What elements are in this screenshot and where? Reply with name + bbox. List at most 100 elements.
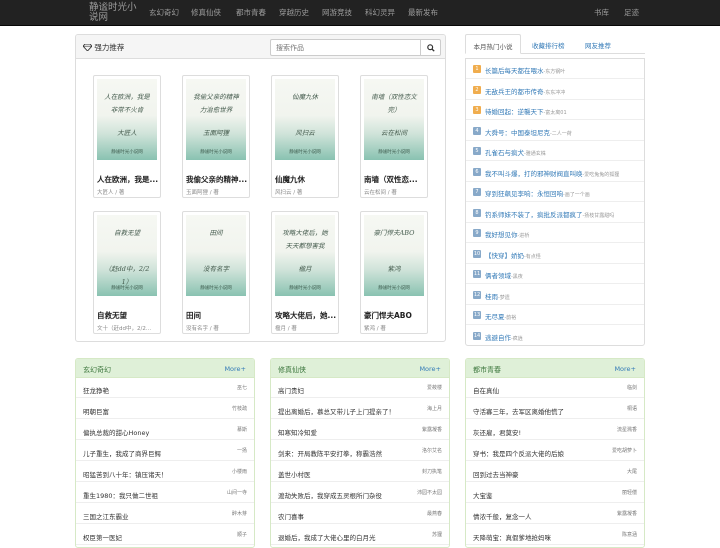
list-item[interactable]: 重生1980：我只做二世祖 山间一寺 bbox=[76, 483, 254, 503]
book-card[interactable]: 自救无望 （赶dd中，2/21） 静谧时光小说网 自救无望 文十（赶dd中，2/2.… bbox=[93, 211, 161, 334]
list-item[interactable]: 12 桂雨-梦遗 bbox=[466, 285, 644, 305]
list-item[interactable]: 7 穿到狂飙见李响：永恒回响-画了一个画 bbox=[466, 182, 644, 202]
book-name[interactable]: 退婚后，我成了大佬心里的白月光 bbox=[278, 532, 416, 542]
book-title[interactable]: 人在欧洲，我是... bbox=[97, 174, 159, 185]
nav-xuanhuan[interactable]: 玄幻奇幻 bbox=[149, 7, 179, 18]
book-name[interactable]: 知寒知冷知爱 bbox=[278, 427, 416, 437]
tab-monthly-hot[interactable]: 本月热门小说 bbox=[465, 34, 521, 54]
category-title[interactable]: 修真仙侠 bbox=[278, 365, 306, 375]
book-cover[interactable]: 自救无望 （赶dd中，2/21） 静谧时光小说网 bbox=[97, 215, 157, 296]
rank-title[interactable]: 孔雀石与疯犬 bbox=[485, 149, 524, 157]
rank-title[interactable]: 逃避自作 bbox=[485, 334, 511, 342]
list-item[interactable]: 5 孔雀石与疯犬-雅通玄株 bbox=[466, 141, 644, 161]
category-title[interactable]: 玄幻奇幻 bbox=[83, 365, 111, 375]
book-title[interactable]: 豪门悍夫ABO bbox=[364, 310, 426, 321]
book-name[interactable]: 灰还雇，君莫安! bbox=[473, 427, 611, 437]
list-item[interactable]: 灰还雇，君莫安! 流星溅香 bbox=[466, 420, 644, 440]
list-item[interactable]: 情浓千般，复念一人 紫露凝香 bbox=[466, 504, 644, 524]
tab-recommend[interactable]: 网友推荐 bbox=[585, 34, 611, 54]
rank-title[interactable]: 俩者领域 bbox=[485, 272, 511, 280]
book-title[interactable]: 田间 bbox=[186, 310, 248, 321]
tab-favorites[interactable]: 收藏排行榜 bbox=[532, 34, 565, 54]
book-name[interactable]: 明朝巨富 bbox=[83, 406, 221, 416]
book-name[interactable]: 大宝鉴 bbox=[473, 490, 611, 500]
list-item[interactable]: 自在真仙 临剑 bbox=[466, 378, 644, 398]
rank-title[interactable]: 无尽夏 bbox=[485, 313, 505, 321]
book-name[interactable]: 回到过去当神豪 bbox=[473, 469, 611, 479]
book-title[interactable]: 南墙（双性恋... bbox=[364, 174, 426, 185]
list-item[interactable]: 高门贵妇 爱莜楼 bbox=[271, 378, 449, 398]
book-name[interactable]: 狂龙狰艳 bbox=[83, 385, 221, 395]
list-item[interactable]: 天降萌宝：真假爹地抢妈咪 陈意涵 bbox=[466, 525, 644, 545]
rank-title[interactable]: 我好想见你 bbox=[485, 231, 518, 239]
list-item[interactable]: 农门喜事 最燕春 bbox=[271, 504, 449, 524]
book-card[interactable]: 仙魔九休 风扫云 静谧时光小说网 仙魔九休 风扫云 / 著 bbox=[271, 75, 339, 198]
book-name[interactable]: 提出离婚后，慕总又带儿子上门提亲了！ bbox=[278, 406, 416, 416]
book-name[interactable]: 穿书：我是四个反派大佬的后娘 bbox=[473, 448, 611, 458]
book-cover[interactable]: 我偷父亲的精神力治愈世界 玉面阿狸 静谧时光小说网 bbox=[186, 79, 246, 160]
list-item[interactable]: 渡劫失败后，我穿成五灵根所门杂役 沛园不太园 bbox=[271, 483, 449, 503]
search-input[interactable] bbox=[270, 39, 421, 56]
list-item[interactable]: 昭猛苦到八十年：镇压诸天！ 小楼雨 bbox=[76, 462, 254, 482]
book-card[interactable]: 豪门悍夫ABO 紫鸿 静谧时光小说网 豪门悍夫ABO 紫鸿 / 著 bbox=[360, 211, 428, 334]
book-title[interactable]: 仙魔九休 bbox=[275, 174, 337, 185]
rank-title[interactable]: 穿到狂飙见李响：永恒回响 bbox=[485, 190, 563, 198]
book-card[interactable]: 南墙（双性恋文完） 云在松间 静谧时光小说网 南墙（双性恋... 云在松间 / 著 bbox=[360, 75, 428, 198]
book-title[interactable]: 攻略大佬后，她... bbox=[275, 310, 337, 321]
list-item[interactable]: 穿书：我是四个反派大佬的后娘 爱吃胡萝卜 bbox=[466, 441, 644, 461]
list-item[interactable]: 三国之江东霸业 醉木芽 bbox=[76, 504, 254, 524]
list-item[interactable]: 3 待婚回起：逆襲天下-富太离01 bbox=[466, 100, 644, 120]
nav-library[interactable]: 书库 bbox=[594, 7, 609, 18]
list-item[interactable]: 偏执总裁的甜心Honey 慕斯 bbox=[76, 420, 254, 440]
list-item[interactable]: 狂龙狰艳 巫七 bbox=[76, 378, 254, 398]
book-card[interactable]: 我偷父亲的精神力治愈世界 玉面阿狸 静谧时光小说网 我偷父亲的精神... 玉面阿狸 … bbox=[182, 75, 250, 198]
list-item[interactable]: 权臣第一医妃 顺子 bbox=[76, 525, 254, 545]
book-name[interactable]: 重生1980：我只做二世祖 bbox=[83, 490, 221, 500]
list-item[interactable]: 提出离婚后，慕总又带儿子上门提亲了！ 海上月 bbox=[271, 399, 449, 419]
book-cover[interactable]: 南墙（双性恋文完） 云在松间 静谧时光小说网 bbox=[364, 79, 424, 160]
book-name[interactable]: 情浓千般，复念一人 bbox=[473, 511, 611, 521]
book-card[interactable]: 人在欧洲，我是非常不火肯 大匠人 静谧时光小说网 人在欧洲，我是... 大匠人 / … bbox=[93, 75, 161, 198]
search-button[interactable] bbox=[420, 39, 441, 56]
list-item[interactable]: 14 逃避自作-疯逍 bbox=[466, 326, 644, 346]
list-item[interactable]: 儿子重生，我成了商界巨鳄 一扬 bbox=[76, 441, 254, 461]
list-item[interactable]: 盖世小村医 封刀执笔 bbox=[271, 462, 449, 482]
list-item[interactable]: 1 长篇后每天都在喂水-东方钢叶 bbox=[466, 59, 644, 79]
book-name[interactable]: 盖世小村医 bbox=[278, 469, 416, 479]
rank-title[interactable]: 我不叫斗爆，打的邪神财阀直叫唤 bbox=[485, 170, 583, 178]
rank-title[interactable]: 长篇后每天都在喂水 bbox=[485, 67, 544, 75]
nav-dushi[interactable]: 都市青春 bbox=[236, 7, 266, 18]
list-item[interactable]: 明朝巨富 竹枝疏 bbox=[76, 399, 254, 419]
site-brand[interactable]: 静谧时光小说网 bbox=[89, 3, 141, 23]
book-name[interactable]: 自在真仙 bbox=[473, 385, 611, 395]
category-title[interactable]: 都市青春 bbox=[473, 365, 501, 375]
book-cover[interactable]: 攻略大佬后，她天天都想害我 楹月 静谧时光小说网 bbox=[275, 215, 335, 296]
nav-kehuan[interactable]: 科幻灵异 bbox=[365, 7, 395, 18]
book-name[interactable]: 高门贵妇 bbox=[278, 385, 416, 395]
nav-latest[interactable]: 最新发布 bbox=[408, 7, 438, 18]
more-link[interactable]: More+ bbox=[419, 365, 441, 373]
list-item[interactable]: 8 钓系师妹不装了，疯批反派都疯了-扬枝甘露甜吗 bbox=[466, 203, 644, 223]
book-cover[interactable]: 田间 没有名字 静谧时光小说网 bbox=[186, 215, 246, 296]
book-name[interactable]: 偏执总裁的甜心Honey bbox=[83, 427, 221, 437]
rank-title[interactable]: 【快穿】娇奶 bbox=[485, 252, 524, 260]
list-item[interactable]: 剑来：开局教陈平安打拳，称霸浩然 洛尔艾名 bbox=[271, 441, 449, 461]
rank-title[interactable]: 桂雨 bbox=[485, 293, 498, 301]
rank-title[interactable]: 大舜号：中国泰坦尼克 bbox=[485, 129, 550, 137]
nav-history[interactable]: 足迹 bbox=[624, 7, 639, 18]
book-card[interactable]: 攻略大佬后，她天天都想害我 楹月 静谧时光小说网 攻略大佬后，她... 楹月 / 著 bbox=[271, 211, 339, 334]
more-link[interactable]: More+ bbox=[614, 365, 636, 373]
more-link[interactable]: More+ bbox=[224, 365, 246, 373]
nav-xianxia[interactable]: 修真仙侠 bbox=[191, 7, 221, 18]
book-cover[interactable]: 仙魔九休 风扫云 静谧时光小说网 bbox=[275, 79, 335, 160]
book-name[interactable]: 三国之江东霸业 bbox=[83, 511, 221, 521]
list-item[interactable]: 11 俩者领域-黑夜 bbox=[466, 264, 644, 284]
rank-title[interactable]: 待婚回起：逆襲天下 bbox=[485, 108, 544, 116]
book-title[interactable]: 自救无望 bbox=[97, 310, 159, 321]
book-name[interactable]: 剑来：开局教陈平安打拳，称霸浩然 bbox=[278, 448, 416, 458]
rank-title[interactable]: 钓系师妹不装了，疯批反派都疯了 bbox=[485, 211, 583, 219]
book-name[interactable]: 昭猛苦到八十年：镇压诸天！ bbox=[83, 469, 221, 479]
list-item[interactable]: 10 【快穿】娇奶-有点怪 bbox=[466, 244, 644, 264]
rank-title[interactable]: 无敌兵王的都市传奇 bbox=[485, 88, 544, 96]
list-item[interactable]: 13 无尽夏-韵裕 bbox=[466, 305, 644, 325]
